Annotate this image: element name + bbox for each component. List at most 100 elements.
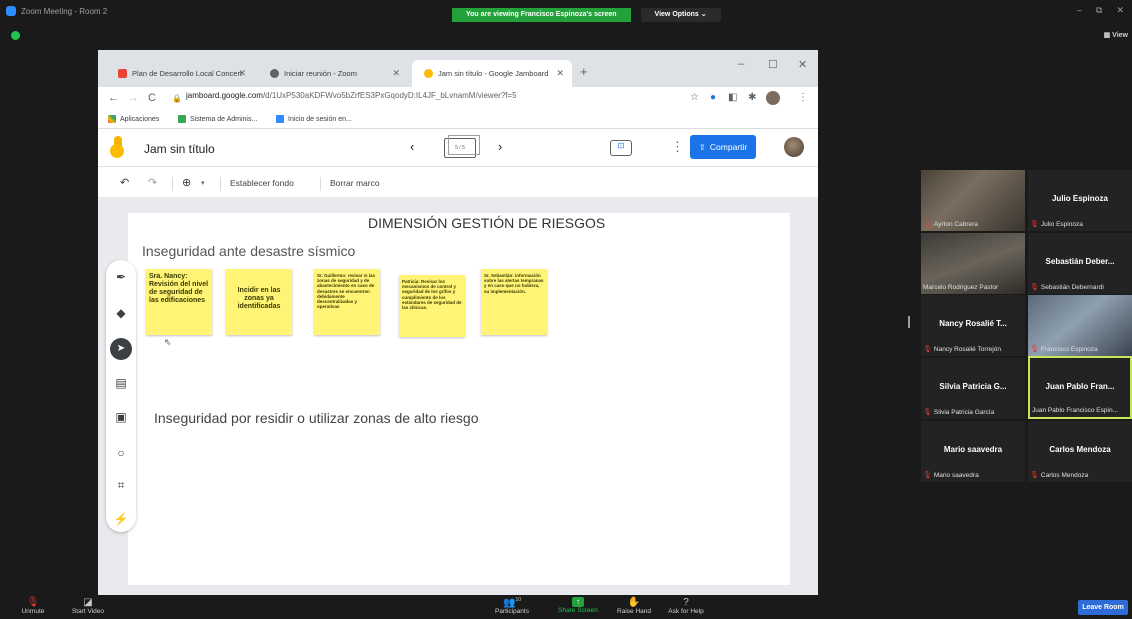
browser-close-button[interactable]: ✕ [798, 58, 807, 71]
chevron-down-icon[interactable]: ▾ [201, 179, 205, 187]
menu-icon[interactable]: ⋮ [798, 92, 808, 103]
gallery-resize-handle[interactable] [908, 316, 910, 328]
maximize-button[interactable]: ⧉ [1096, 5, 1102, 16]
profile-avatar[interactable] [766, 91, 780, 105]
browser-maximize-button[interactable]: ☐ [768, 58, 778, 71]
sticky-note[interactable]: Patricia: Revisar los mecanismos de cont… [399, 275, 465, 337]
help-icon: ? [683, 597, 689, 608]
bookmark-sistema[interactable]: Sistema de Adminis... [178, 115, 257, 123]
frame-bar-button[interactable]: 5 / 5 [444, 135, 480, 158]
circle-shape-icon[interactable]: ○ [106, 446, 136, 460]
bookmarks-bar: Aplicaciones Sistema de Adminis... Inici… [98, 111, 818, 129]
shared-browser-window: Plan de Desarrollo Local Concert ✕ Inici… [98, 50, 818, 595]
start-video-button[interactable]: ◪ Start Video [68, 597, 108, 615]
close-tab-icon[interactable]: ✕ [556, 68, 564, 79]
sticky-note-icon[interactable]: ▤ [106, 376, 136, 390]
image-icon[interactable]: ▣ [106, 410, 136, 424]
participants-count: 10 [515, 597, 521, 603]
prev-frame-button[interactable]: ‹ [410, 139, 414, 154]
participant-tile[interactable]: Sebastián Deber... 🎙 Sebastián Debernardi [1028, 233, 1132, 294]
undo-button[interactable]: ↶ [120, 176, 129, 189]
ask-for-help-button[interactable]: ? Ask for Help [662, 597, 710, 615]
apps-grid-icon [108, 115, 116, 123]
muted-mic-icon: 🎙 [1030, 472, 1039, 479]
close-tab-icon[interactable]: ✕ [238, 68, 246, 79]
back-button[interactable]: ← [108, 92, 119, 104]
extension-icon[interactable]: ◧ [728, 92, 737, 103]
new-tab-button[interactable]: + [580, 64, 588, 79]
unmute-button[interactable]: 🎙 Unmute [18, 597, 48, 615]
participant-label: 🎙 Carlos Mendoza [1030, 471, 1089, 480]
pen-icon[interactable]: ✒ [106, 270, 136, 284]
tab-label: Iniciar reunión - Zoom [284, 69, 357, 78]
participant-label: Marcelo Rodriguez Pastor [923, 284, 999, 291]
lock-icon: 🔒 [172, 94, 182, 103]
sticky-note[interactable]: Sr. Guillermo: revisar si las zonas de s… [314, 269, 380, 335]
bookmark-apps[interactable]: Aplicaciones [108, 115, 159, 123]
redo-button[interactable]: ↷ [148, 176, 157, 189]
participant-tile[interactable]: Julio Espinoza 🎙 Julio Espinoza [1028, 170, 1132, 231]
text-box-icon[interactable]: ⌗ [106, 478, 136, 493]
muted-mic-icon: 🎙 [923, 409, 932, 416]
jam-frame[interactable]: DIMENSIÓN GESTIÓN DE RIESGOS Inseguridad… [128, 213, 790, 585]
sticky-note[interactable]: Sr. Sebastián: información sobre las ale… [481, 269, 547, 335]
participant-tile[interactable]: Marcelo Rodriguez Pastor [921, 233, 1025, 294]
more-options-button[interactable]: ⋮ [671, 139, 684, 155]
star-icon[interactable]: ☆ [690, 92, 699, 103]
participant-tile[interactable]: Silvia Patricia G... 🎙 Silvia Patricia Ga… [921, 358, 1025, 419]
minimize-button[interactable]: – [1077, 5, 1082, 16]
toolbar-divider [320, 177, 321, 191]
muted-mic-icon: 🎙 [923, 221, 932, 228]
share-button[interactable]: ⇪ Compartir [690, 135, 756, 159]
close-tab-icon[interactable]: ✕ [392, 68, 400, 79]
screen-share-banner: You are viewing Francisco Espinoza's scr… [452, 8, 721, 22]
sticky-note[interactable]: Incidir en las zonas ya identificadas [226, 269, 292, 335]
raise-hand-button[interactable]: ✋ Raise Hand [614, 597, 654, 615]
participant-tile[interactable]: Carlos Mendoza 🎙 Carlos Mendoza [1028, 421, 1132, 482]
browser-minimize-button[interactable]: – [738, 58, 744, 70]
extension-icon[interactable]: ● [710, 92, 716, 103]
person-add-icon: ⇪ [698, 141, 706, 152]
tab-plan-desarrollo[interactable]: Plan de Desarrollo Local Concert ✕ [106, 60, 254, 87]
reload-button[interactable]: C [148, 92, 156, 104]
puzzle-icon[interactable]: ✱ [748, 92, 756, 103]
share-screen-button[interactable]: ↑ Share Screen [556, 597, 600, 614]
tab-jamboard[interactable]: Jam sin título - Google Jamboard ✕ [412, 60, 572, 87]
participant-tile-active-speaker[interactable]: Juan Pablo Fran... Juan Pablo Francisco … [1028, 356, 1132, 419]
leave-room-button[interactable]: Leave Room [1078, 600, 1128, 615]
tab-iniciar-reunion[interactable]: Iniciar reunión - Zoom ✕ [258, 60, 408, 87]
user-avatar[interactable] [784, 137, 804, 157]
participant-tile[interactable]: 🎙 Francisco Espinoza [1028, 295, 1132, 356]
bookmark-inicio-sesion[interactable]: Inicio de sesión en... [276, 115, 352, 123]
participant-tile[interactable]: 🎙 Ayrton Cabrera [921, 170, 1025, 231]
forward-button[interactable]: → [128, 92, 139, 104]
participant-label: Juan Pablo Francisco Espin... [1032, 407, 1118, 414]
participant-tile[interactable]: Mario saavedra 🎙 Mario saavedra [921, 421, 1025, 482]
jamboard-toolbar: ↶ ↷ ⊕ ▾ Establecer fondo Borrar marco [98, 167, 818, 197]
jam-title[interactable]: Jam sin título [144, 142, 215, 156]
participant-tile[interactable]: Nancy Rosalié T... 🎙 Nancy Rosalié Torrej… [921, 295, 1025, 356]
toolbar-divider [172, 177, 173, 191]
view-button[interactable]: ▦ View [1104, 31, 1128, 39]
view-options-button[interactable]: View Options ⌄ [640, 8, 721, 22]
laser-icon[interactable]: ⚡ [106, 512, 136, 526]
eraser-icon[interactable]: ◆ [106, 306, 136, 320]
gmail-icon [118, 69, 127, 78]
clear-frame-button[interactable]: Borrar marco [330, 178, 380, 188]
muted-mic-icon: 🎙 [1030, 346, 1039, 353]
participant-label: 🎙 Silvia Patricia García [923, 408, 995, 417]
set-background-button[interactable]: Establecer fondo [230, 178, 294, 188]
close-button[interactable]: ✕ [1116, 5, 1124, 16]
muted-mic-icon: 🎙 [1030, 221, 1039, 228]
hand-icon: ✋ [627, 597, 641, 608]
present-button[interactable]: ⊡ [610, 140, 632, 156]
url-field[interactable]: jamboard.google.com/d/1UxP530aKDFWvo5bZr… [186, 91, 517, 100]
participants-button[interactable]: 👥10 Participants [492, 597, 532, 615]
next-frame-button[interactable]: › [498, 139, 502, 154]
zoom-icon[interactable]: ⊕ [182, 176, 191, 189]
sticky-note[interactable]: Sra. Nancy: Revisión del nivel de seguri… [146, 269, 212, 335]
participants-icon: 👥10 [502, 597, 521, 609]
zoom-window-title: Zoom Meeting - Room 2 [21, 6, 108, 16]
participant-label: 🎙 Francisco Espinoza [1030, 345, 1098, 354]
select-pointer-icon[interactable]: ➤ [110, 338, 132, 360]
